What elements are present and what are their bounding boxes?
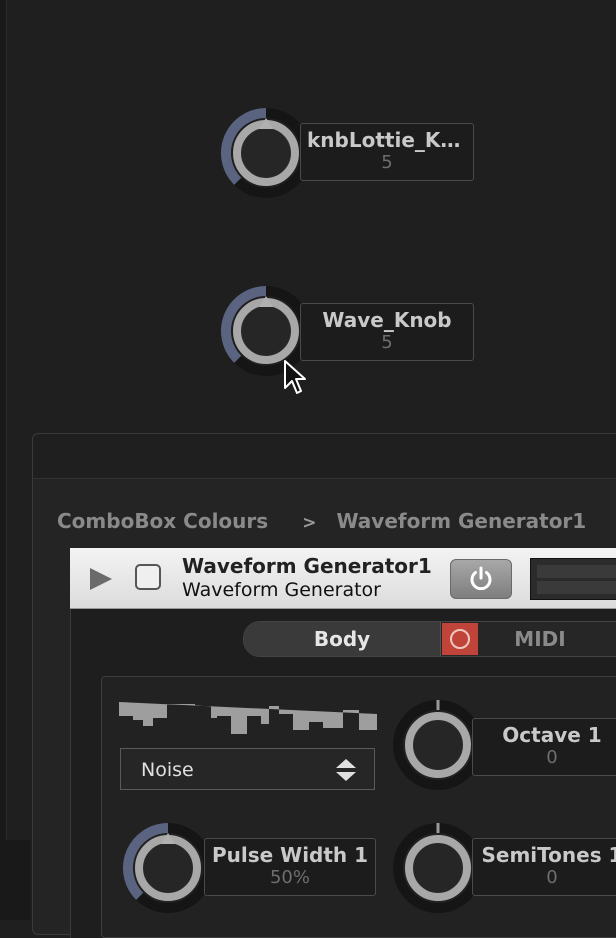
knob-lottie-name: knbLottie_Kn... — [307, 128, 473, 152]
semitones-value: 0 — [546, 867, 558, 888]
cursor-icon — [284, 360, 306, 394]
pulse-width-value: 50% — [269, 867, 310, 888]
wave-knob-label-box[interactable]: Wave_Knob 5 — [300, 303, 474, 361]
bottom-left-block — [0, 840, 30, 920]
module-header: Waveform Generator1 Waveform Generator — [70, 548, 616, 609]
knob-lottie-label-box[interactable]: knbLottie_Kn... 5 — [300, 123, 474, 181]
breadcrumb-root[interactable]: ComboBox Colours — [57, 509, 268, 533]
octave-label-box[interactable]: Octave 1 0 — [472, 718, 616, 776]
tab-bar: Body MIDI — [243, 621, 616, 657]
pulse-width-name: Pulse Width 1 — [211, 843, 369, 867]
power-button[interactable] — [450, 559, 512, 599]
knob-lottie-value: 5 — [381, 152, 393, 173]
module-checkbox[interactable] — [135, 564, 161, 590]
tab-midi[interactable]: MIDI — [480, 622, 600, 656]
midi-icon[interactable] — [442, 623, 478, 655]
play-icon[interactable] — [90, 568, 112, 590]
updown-arrows-icon — [336, 759, 356, 781]
waveform-display — [119, 702, 377, 734]
tab-body[interactable]: Body — [244, 622, 441, 656]
pulse-width-knob-graphic — [122, 823, 213, 913]
power-icon — [470, 566, 492, 591]
breadcrumb-separator: > — [302, 513, 317, 533]
pulse-width-knob[interactable] — [120, 820, 216, 916]
pulse-width-label-box[interactable]: Pulse Width 1 50% — [204, 838, 376, 896]
wave-knob-value: 5 — [381, 332, 393, 353]
breadcrumb-current[interactable]: Waveform Generator1 — [336, 509, 586, 533]
module-title: Waveform Generator1 — [182, 554, 432, 578]
level-meter — [530, 558, 616, 600]
left-edge-strip — [0, 0, 7, 920]
octave-value: 0 — [546, 747, 558, 768]
module-subtitle: Waveform Generator — [182, 579, 381, 601]
combobox-value: Noise — [141, 759, 194, 781]
panel-topbar — [33, 434, 616, 479]
breadcrumb: ComboBox Colours > Waveform Generator1 — [57, 509, 586, 533]
octave-name: Octave 1 — [502, 723, 602, 747]
semitones-name: SemiTones 1 — [481, 843, 616, 867]
semitones-label-box[interactable]: SemiTones 1 0 — [472, 838, 616, 896]
waveform-combobox[interactable]: Noise — [120, 748, 375, 790]
wave-knob-name: Wave_Knob — [322, 308, 452, 332]
